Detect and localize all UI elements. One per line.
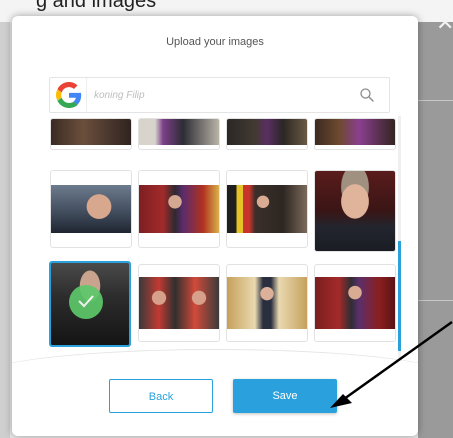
scrollbar-thumb[interactable]	[398, 241, 401, 351]
modal-title: Upload your images	[166, 36, 264, 48]
image-search-bar	[49, 77, 390, 113]
background-page-text: g and images	[36, 0, 157, 12]
close-icon[interactable]: ✕	[436, 12, 453, 34]
upload-images-modal: Upload your images koning Filip Back Sav…	[12, 16, 418, 436]
save-button[interactable]: Save	[233, 379, 337, 413]
image-thumbnail[interactable]	[138, 264, 220, 342]
background-divider	[418, 100, 453, 101]
back-button[interactable]: Back	[109, 379, 213, 413]
image-thumbnail[interactable]	[50, 170, 132, 248]
google-g-icon	[56, 82, 82, 108]
image-thumbnail[interactable]	[314, 264, 396, 342]
search-divider	[86, 78, 87, 112]
image-thumbnail[interactable]	[138, 118, 220, 150]
image-thumbnail[interactable]	[226, 118, 308, 150]
image-thumbnail-selected[interactable]	[49, 261, 131, 347]
search-icon[interactable]	[359, 87, 375, 103]
image-thumbnail[interactable]	[138, 170, 220, 248]
footer-divider	[12, 349, 418, 390]
background-left-strip	[0, 22, 10, 438]
image-results-grid	[42, 116, 410, 371]
image-thumbnail[interactable]	[226, 264, 308, 342]
search-input[interactable]	[94, 86, 344, 104]
image-thumbnail[interactable]	[314, 118, 396, 150]
background-divider	[418, 300, 453, 301]
background-right-strip	[418, 22, 453, 438]
image-thumbnail[interactable]	[226, 170, 308, 248]
selected-check-icon	[69, 285, 103, 319]
image-thumbnail[interactable]	[314, 170, 396, 252]
image-thumbnail[interactable]	[50, 118, 132, 150]
